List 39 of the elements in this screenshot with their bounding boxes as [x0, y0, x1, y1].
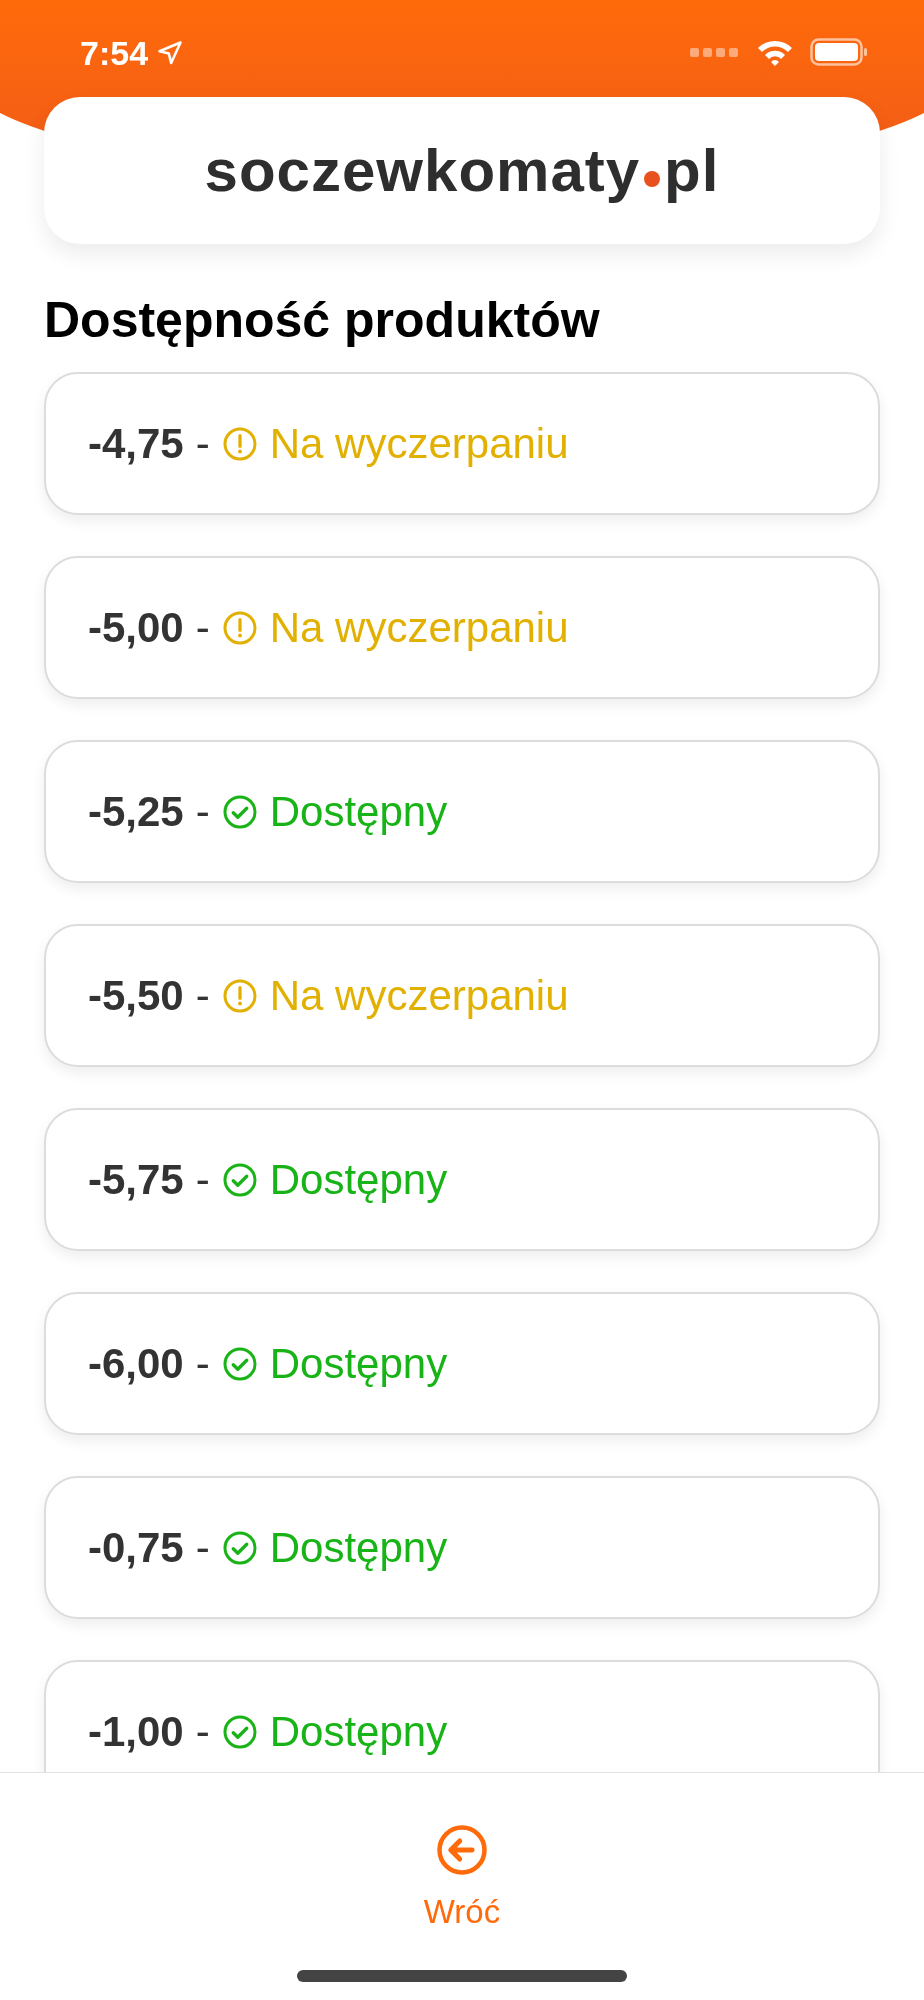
- product-row[interactable]: -6,00 - Dostępny: [44, 1292, 880, 1435]
- availability-status: Dostępny: [269, 1155, 448, 1205]
- battery-icon: [810, 38, 868, 66]
- product-row[interactable]: -4,75 - Na wyczerpaniu: [44, 372, 880, 515]
- lens-power: -0,75: [88, 1523, 184, 1573]
- separator: -: [195, 787, 210, 837]
- separator: -: [195, 419, 210, 469]
- product-row[interactable]: -5,50 - Na wyczerpaniu: [44, 924, 880, 1067]
- product-row[interactable]: -1,00 - Dostępny: [44, 1660, 880, 1772]
- availability-status: Dostępny: [269, 1339, 448, 1389]
- separator: -: [195, 1523, 210, 1573]
- separator: -: [195, 1339, 210, 1389]
- lens-power: -5,75: [88, 1155, 184, 1205]
- separator: -: [195, 1155, 210, 1205]
- availability-status: Dostępny: [269, 1707, 448, 1757]
- lens-power: -5,25: [88, 787, 184, 837]
- product-row[interactable]: -5,00 - Na wyczerpaniu: [44, 556, 880, 699]
- lens-power: -6,00: [88, 1339, 184, 1389]
- page-title: Dostępność produktów: [44, 291, 601, 350]
- product-row[interactable]: -5,75 - Dostępny: [44, 1108, 880, 1251]
- lens-power: -4,75: [88, 419, 184, 469]
- availability-status: Dostępny: [269, 787, 448, 837]
- availability-status: Dostępny: [269, 1523, 448, 1573]
- availability-status: Na wyczerpaniu: [269, 419, 569, 469]
- lens-power: -1,00: [88, 1707, 184, 1757]
- lens-power: -5,00: [88, 603, 184, 653]
- separator: -: [195, 603, 210, 653]
- separator: -: [195, 1707, 210, 1757]
- availability-status: Na wyczerpaniu: [269, 971, 569, 1021]
- separator: -: [195, 971, 210, 1021]
- location-arrow-icon: [156, 39, 185, 67]
- availability-status: Na wyczerpaniu: [269, 603, 569, 653]
- status-time: 7:54: [80, 33, 149, 74]
- logo: soczewkomaty pl: [204, 140, 720, 201]
- lens-power: -5,50: [88, 971, 184, 1021]
- product-row[interactable]: -5,25 - Dostępny: [44, 740, 880, 883]
- signal-icon: [690, 46, 740, 58]
- wifi-icon: [756, 38, 794, 66]
- product-row[interactable]: -0,75 - Dostępny: [44, 1476, 880, 1619]
